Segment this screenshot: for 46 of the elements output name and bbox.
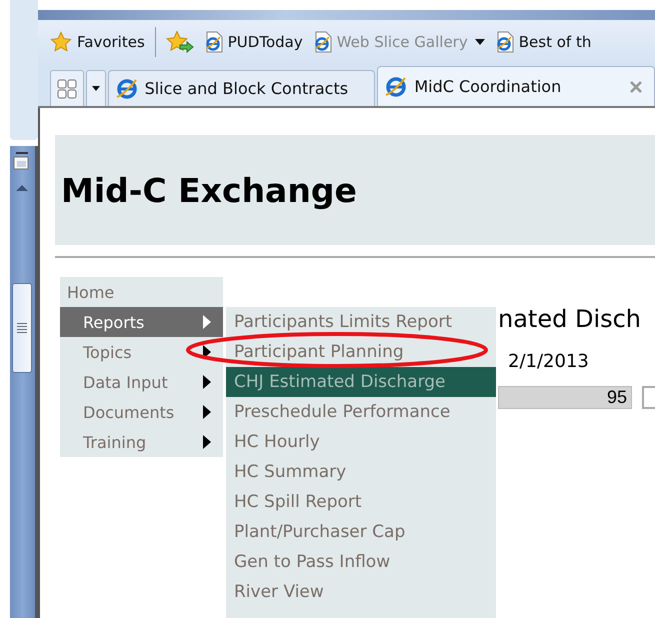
page-title: Mid-C Exchange xyxy=(61,170,357,210)
window-icon[interactable] xyxy=(13,152,31,172)
submenu-item[interactable]: HC Hourly xyxy=(226,427,496,457)
submenu-item[interactable]: HC Spill Report xyxy=(226,487,496,517)
close-icon[interactable] xyxy=(630,80,642,92)
star-icon xyxy=(50,31,72,53)
submenu-item[interactable]: Preschedule Performance xyxy=(226,397,496,427)
menu-item[interactable]: Reports xyxy=(60,307,223,337)
favorites-button[interactable]: Favorites xyxy=(50,31,145,53)
submenu-item[interactable]: Participant Planning xyxy=(226,337,496,367)
submenu-item[interactable]: Plant/Purchaser Cap xyxy=(226,517,496,547)
submenu-item[interactable]: CHJ Estimated Discharge xyxy=(226,367,496,397)
scroll-up-icon[interactable] xyxy=(15,184,29,192)
scroll-thumb[interactable] xyxy=(12,283,32,373)
arrow-icon xyxy=(203,405,211,419)
report-date: 2/1/2013 xyxy=(507,351,590,372)
arrow-icon xyxy=(203,375,211,389)
menu-item[interactable]: Topics xyxy=(60,337,223,367)
tab-list-button[interactable] xyxy=(86,70,106,106)
page-icon xyxy=(494,31,515,53)
browser-tab[interactable]: Slice and Block Contracts xyxy=(108,70,376,106)
arrow-icon xyxy=(203,435,211,449)
grid-icon xyxy=(56,78,77,98)
scrollbar[interactable] xyxy=(10,146,38,618)
menu-item[interactable]: Home xyxy=(60,277,223,307)
submenu-item[interactable]: HC Summary xyxy=(226,457,496,487)
browser-logo-icon xyxy=(384,74,408,98)
page-icon xyxy=(312,31,333,53)
browser-logo-icon xyxy=(114,76,139,100)
caret-icon xyxy=(92,86,100,91)
add-favorite-icon[interactable] xyxy=(166,30,194,54)
report-title: nated Disch xyxy=(498,305,642,333)
favorite-link[interactable]: Web Slice Gallery xyxy=(312,31,485,53)
quick-tabs-button[interactable] xyxy=(50,70,84,106)
arrow-icon xyxy=(203,315,211,329)
value-field[interactable]: 95 xyxy=(498,386,632,409)
menu-item[interactable]: Documents xyxy=(60,397,223,427)
menu-item[interactable]: Training xyxy=(60,427,223,457)
browser-tab[interactable]: MidC Coordination xyxy=(377,66,655,106)
submenu-item[interactable]: Participants Limits Report xyxy=(226,307,496,337)
favorite-link[interactable]: Best of th xyxy=(494,31,592,53)
submenu-item[interactable]: River View xyxy=(226,577,496,607)
submenu-item[interactable]: Gen to Pass Inflow xyxy=(226,547,496,577)
page-icon xyxy=(204,31,224,53)
menu-item[interactable]: Data Input xyxy=(60,367,223,397)
favorite-link[interactable]: PUDToday xyxy=(204,31,303,53)
